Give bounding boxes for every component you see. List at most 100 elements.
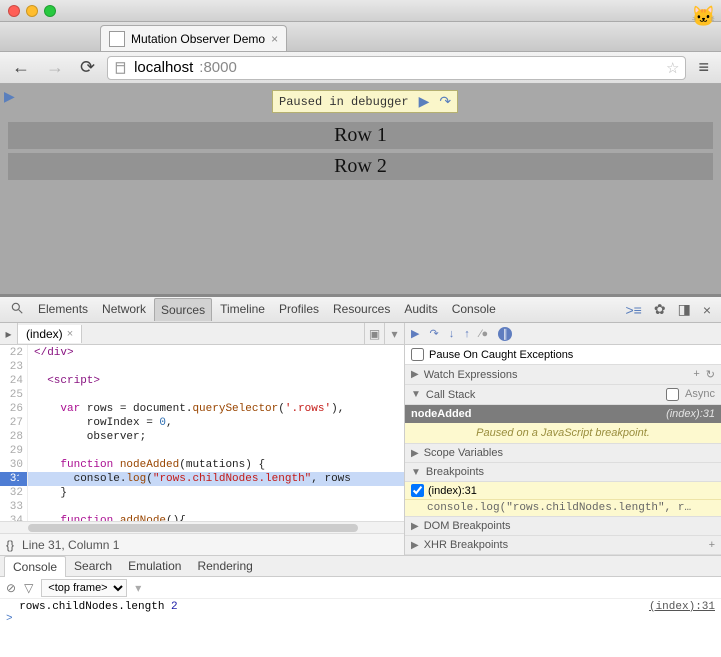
line-number[interactable]: 31 (0, 472, 27, 486)
callstack-frame[interactable]: nodeAdded (index):31 (405, 405, 721, 423)
reload-button[interactable]: ⟳ (76, 55, 99, 80)
drawer-tab-console[interactable]: Console (4, 556, 66, 577)
console-log-line: rows.childNodes.length 2 (index):31 (6, 601, 715, 613)
more-tabs-icon[interactable]: ▾ (384, 323, 404, 345)
deactivate-breakpoints-button[interactable]: ⁄● (480, 328, 488, 340)
line-number[interactable]: 22 (0, 346, 27, 360)
xhr-breakpoints-header[interactable]: ▶ XHR Breakpoints + (405, 536, 721, 555)
line-number[interactable]: 28 (0, 430, 27, 444)
history-nav-icon[interactable]: ▣ (364, 323, 384, 345)
zoom-window-button[interactable] (44, 5, 56, 17)
tab-title: Mutation Observer Demo (131, 32, 265, 46)
step-into-button[interactable]: ↓ (449, 328, 455, 340)
step-out-button[interactable]: ↑ (464, 328, 470, 340)
breakpoints-header[interactable]: ▼ Breakpoints (405, 463, 721, 482)
line-number[interactable]: 29 (0, 444, 27, 458)
filter-dropdown-icon[interactable]: ▾ (135, 581, 141, 595)
panel-tab-network[interactable]: Network (96, 298, 152, 321)
breakpoint-checkbox[interactable] (411, 484, 424, 497)
line-number[interactable]: 25 (0, 388, 27, 402)
code-line (28, 388, 404, 402)
tab-close-icon[interactable]: × (271, 32, 278, 46)
frame-selector[interactable]: <top frame> (41, 579, 127, 597)
callstack-header[interactable]: ▼ Call Stack Async (405, 385, 721, 405)
panel-tab-resources[interactable]: Resources (327, 298, 396, 321)
watch-expressions-header[interactable]: ▶ Watch Expressions +↻ (405, 365, 721, 385)
file-tab-close-icon[interactable]: × (67, 328, 73, 340)
close-window-button[interactable] (8, 5, 20, 17)
window-titlebar (0, 0, 721, 22)
line-number[interactable]: 23 (0, 360, 27, 374)
clear-console-icon[interactable]: ⊘ (6, 581, 16, 595)
pause-exceptions-checkbox[interactable] (411, 348, 424, 361)
back-button[interactable]: ← (8, 55, 34, 80)
add-xhr-bp-icon[interactable]: + (709, 539, 715, 551)
drawer-tab-rendering[interactable]: Rendering (189, 556, 260, 576)
code-line: observer; (28, 430, 404, 444)
line-number[interactable]: 32 (0, 486, 27, 500)
breakpoint-code-preview: console.log("rows.childNodes.length", r… (405, 500, 721, 517)
drawer-tab-search[interactable]: Search (66, 556, 120, 576)
pause-exceptions-button[interactable]: ║ (498, 327, 512, 341)
step-over-button-2[interactable]: ↷ (429, 327, 438, 340)
code-line: <script> (28, 374, 404, 388)
line-number[interactable]: 27 (0, 416, 27, 430)
extension-icon[interactable]: 🐱 (691, 4, 715, 28)
line-number[interactable]: 30 (0, 458, 27, 472)
pause-on-exceptions-row[interactable]: Pause On Caught Exceptions (405, 345, 721, 365)
drawer-tab-emulation[interactable]: Emulation (120, 556, 189, 576)
line-number[interactable]: 34 (0, 514, 27, 521)
disclosure-icon: ▶ (411, 540, 419, 551)
panel-tab-audits[interactable]: Audits (398, 298, 443, 321)
panel-tab-profiles[interactable]: Profiles (273, 298, 325, 321)
resume-overlay-button[interactable]: ▶ (4, 88, 15, 105)
drawer-tabbar: ConsoleSearchEmulationRendering (0, 555, 721, 577)
sources-editor-pane: ▸ (index) × ▣ ▾ 222324252627282930313233… (0, 323, 405, 555)
disclosure-icon: ▼ (411, 467, 421, 478)
panel-tab-console[interactable]: Console (446, 298, 502, 321)
add-watch-icon[interactable]: + (693, 368, 699, 381)
settings-icon[interactable]: ✿ (650, 301, 670, 318)
line-number[interactable]: 26 (0, 402, 27, 416)
horizontal-scrollbar[interactable] (0, 521, 404, 533)
address-bar[interactable]: localhost:8000 ☆ (107, 56, 686, 80)
bookmark-icon[interactable]: ☆ (666, 59, 679, 77)
panel-tab-timeline[interactable]: Timeline (214, 298, 271, 321)
dom-bp-label: DOM Breakpoints (424, 520, 511, 532)
resume-button[interactable]: ▶ (419, 93, 430, 110)
step-over-button[interactable]: ↷ (439, 93, 451, 110)
panel-tab-sources[interactable]: Sources (154, 298, 212, 321)
minimize-window-button[interactable] (26, 5, 38, 17)
scope-header[interactable]: ▶ Scope Variables (405, 444, 721, 463)
filter-icon[interactable]: ▽ (24, 581, 33, 595)
dock-side-icon[interactable]: ◨ (674, 301, 695, 318)
refresh-watch-icon[interactable]: ↻ (706, 368, 715, 381)
site-info-icon (114, 61, 128, 75)
pretty-print-icon[interactable]: {} (6, 538, 14, 552)
resume-script-button[interactable]: ▶ (411, 327, 419, 340)
code-editor[interactable]: 22232425262728293031323334353637 </div> … (0, 345, 404, 521)
console-prompt[interactable]: > (6, 613, 715, 625)
watch-label: Watch Expressions (424, 369, 518, 381)
toggle-drawer-icon[interactable]: >≡ (621, 302, 645, 318)
close-devtools-icon[interactable]: × (699, 302, 715, 318)
breakpoint-item[interactable]: (index):31 (405, 482, 721, 500)
console-output[interactable]: rows.childNodes.length 2 (index):31 > (0, 599, 721, 657)
log-source-link[interactable]: (index):31 (649, 601, 715, 613)
forward-button[interactable]: → (42, 55, 68, 80)
file-tab-index[interactable]: (index) × (18, 325, 82, 343)
panel-tab-elements[interactable]: Elements (32, 298, 94, 321)
show-navigator-icon[interactable]: ▸ (0, 323, 18, 344)
menu-button[interactable]: ≡ (694, 55, 713, 80)
line-number[interactable]: 33 (0, 500, 27, 514)
dom-breakpoints-header[interactable]: ▶ DOM Breakpoints (405, 517, 721, 536)
console-toolbar: ⊘ ▽ <top frame> ▾ (0, 577, 721, 599)
cursor-position: Line 31, Column 1 (22, 538, 119, 552)
browser-tab[interactable]: Mutation Observer Demo × (100, 25, 287, 51)
async-checkbox[interactable] (666, 388, 679, 401)
inspect-icon[interactable] (6, 301, 28, 318)
browser-tabstrip: Mutation Observer Demo × 🐱 (0, 22, 721, 52)
line-number[interactable]: 24 (0, 374, 27, 388)
scope-label: Scope Variables (424, 447, 503, 459)
frame-name: nodeAdded (411, 408, 472, 420)
